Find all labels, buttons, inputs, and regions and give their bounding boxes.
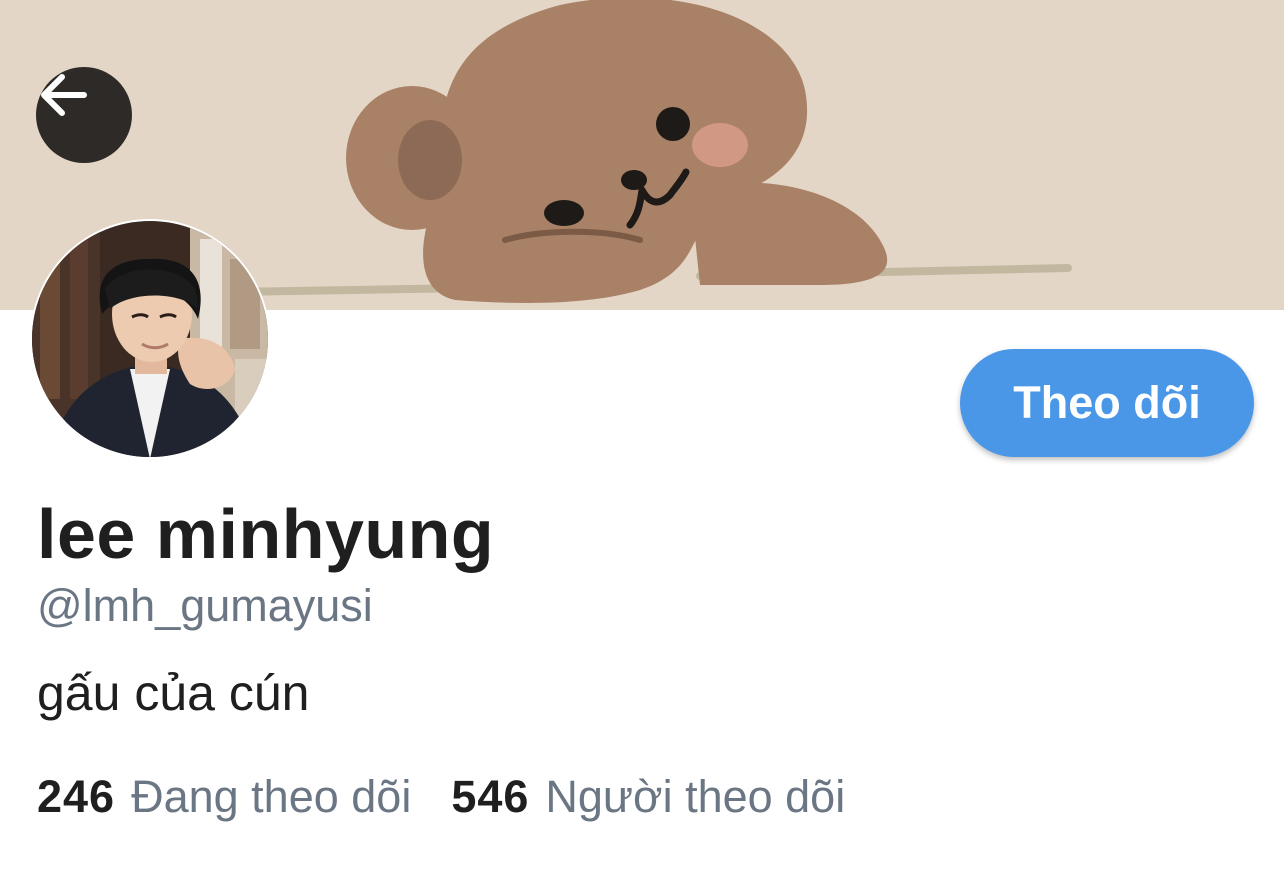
following-count: 246 (37, 771, 116, 822)
avatar-photo (32, 221, 268, 457)
display-name: lee minhyung (37, 495, 495, 573)
avatar[interactable] (30, 219, 270, 459)
followers-label: Người theo dõi (545, 771, 846, 822)
followers-count: 546 (451, 771, 530, 822)
following-label: Đang theo dõi (131, 771, 412, 822)
following-stat[interactable]: 246 Đang theo dõi (37, 771, 411, 823)
username-handle: @lmh_gumayusi (37, 580, 373, 631)
arrow-left-icon (41, 74, 87, 116)
profile-bio: gấu của cún (37, 665, 310, 721)
followers-stat[interactable]: 546 Người theo dõi (451, 771, 845, 823)
back-button[interactable] (36, 67, 132, 163)
profile-stats: 246 Đang theo dõi 546 Người theo dõi (37, 771, 845, 823)
follow-button[interactable]: Theo dõi (960, 349, 1254, 457)
